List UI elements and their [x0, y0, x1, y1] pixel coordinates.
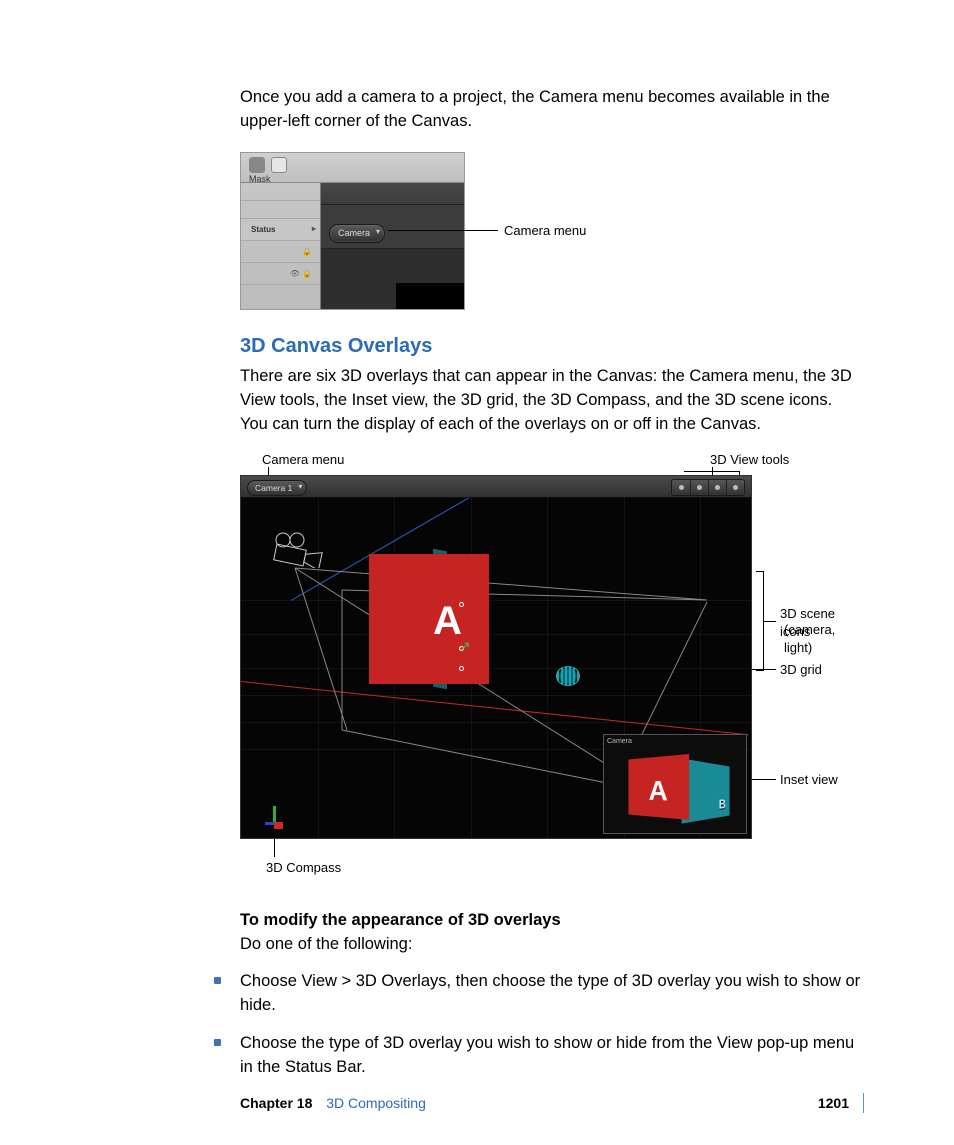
page-number: 1201 — [818, 1095, 849, 1111]
light-scene-icon — [556, 666, 580, 686]
section-body: There are six 3D overlays that can appea… — [240, 365, 864, 437]
panel-a: A — [369, 554, 489, 684]
list-item: Choose the type of 3D overlay you wish t… — [214, 1032, 864, 1080]
section-heading: 3D Canvas Overlays — [240, 332, 864, 361]
inset-view[interactable]: Camera B A — [603, 734, 747, 834]
lock-icon: 👁 🔒 — [241, 263, 320, 285]
figure-camera-menu: Mask Status 🔒 👁 🔒 Camera Camera menu — [240, 152, 864, 322]
view-tool-icon[interactable] — [690, 480, 708, 495]
page-footer: Chapter 18 3D Compositing 1201 — [240, 1093, 864, 1113]
callout-3d-compass: 3D Compass — [266, 859, 341, 878]
lock-icon: 🔒 — [241, 241, 320, 263]
3d-view-tools[interactable] — [671, 479, 745, 496]
callout-3d-grid: 3D grid — [780, 661, 822, 680]
figure-3d-canvas: Camera menu 3D View tools Camera 1 — [232, 451, 864, 891]
callout-3d-view-tools: 3D View tools — [710, 451, 789, 470]
callout-camera-menu: Camera menu — [262, 451, 344, 470]
chapter-title: 3D Compositing — [326, 1095, 426, 1111]
view-tool-icon[interactable] — [708, 480, 726, 495]
intro-paragraph: Once you add a camera to a project, the … — [240, 86, 864, 134]
list-item: Choose View > 3D Overlays, then choose t… — [214, 970, 864, 1018]
callout-scene-icons-sub: (camera, light) — [784, 621, 864, 659]
callout-inset-view: Inset view — [780, 771, 838, 790]
modify-heading: To modify the appearance of 3D overlays — [240, 911, 561, 929]
chapter-label: Chapter 18 — [240, 1095, 312, 1111]
3d-compass[interactable] — [263, 806, 287, 830]
camera-1-menu-button[interactable]: Camera 1 — [247, 480, 307, 496]
transform-arrow-icon: ↗ — [459, 636, 471, 656]
modify-lead: Do one of the following: — [240, 933, 864, 957]
view-tool-icon[interactable] — [726, 480, 744, 495]
callout-camera-menu: Camera menu — [504, 222, 586, 241]
view-tool-icon[interactable] — [672, 480, 690, 495]
camera-scene-icon — [271, 532, 325, 568]
camera-menu-button[interactable]: Camera — [329, 224, 385, 243]
3d-viewport[interactable]: A ↗ Camera B A — [241, 498, 751, 838]
status-header: Status — [241, 219, 320, 241]
